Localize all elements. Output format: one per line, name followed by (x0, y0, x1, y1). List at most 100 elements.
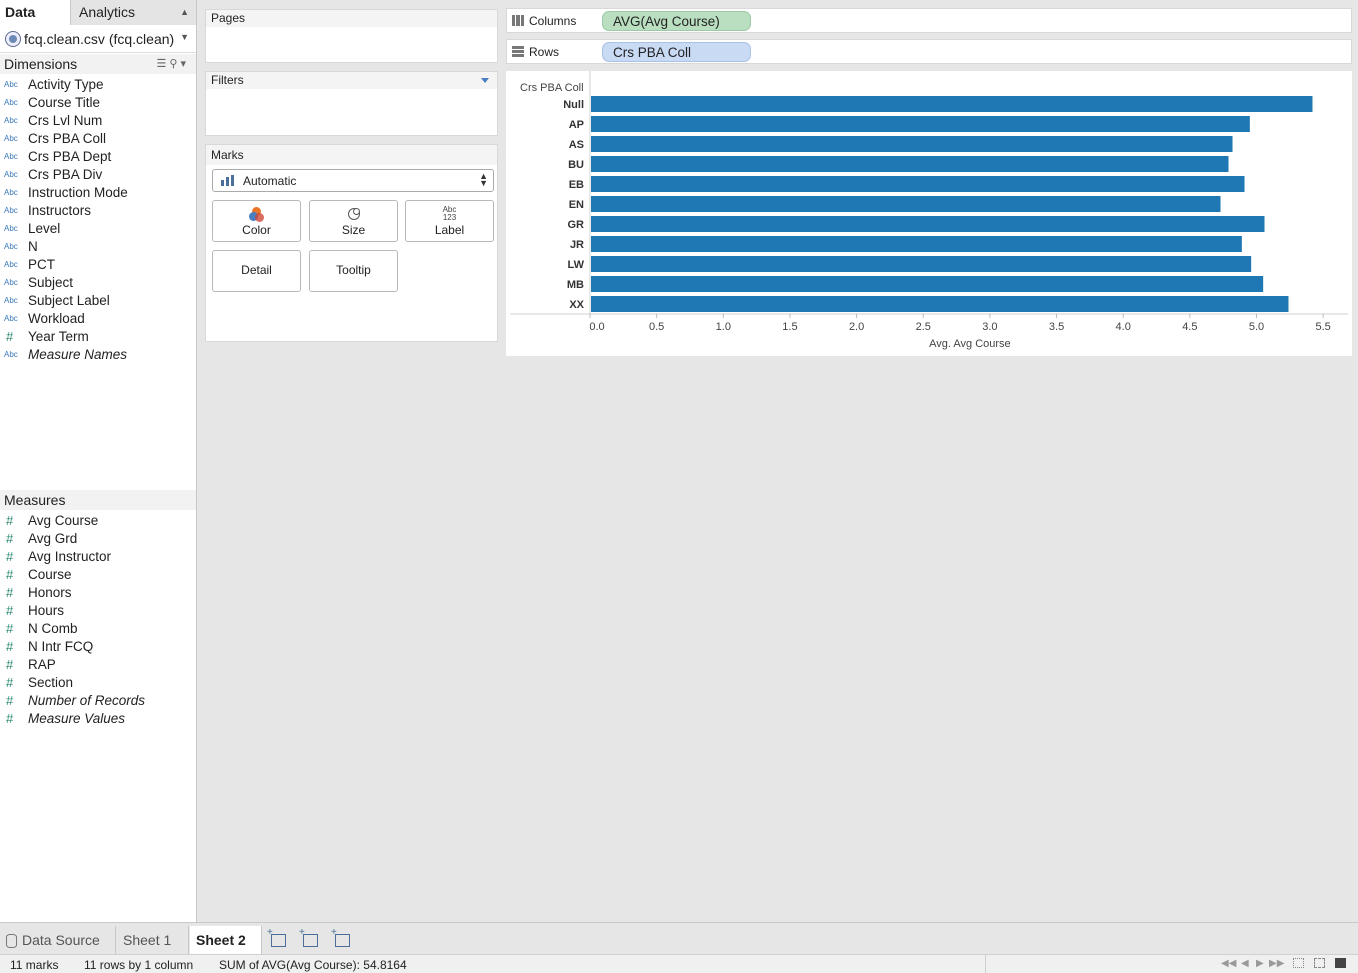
field-subject[interactable]: Abc Subject (0, 273, 196, 291)
field-label: Subject Label (28, 292, 110, 308)
next-sheet-icon[interactable]: ▶ (1256, 958, 1264, 969)
columns-icon (512, 15, 524, 26)
bar-ap[interactable] (591, 116, 1250, 132)
tab-data-source[interactable]: Data Source (0, 926, 116, 955)
field-instructors[interactable]: Abc Instructors (0, 201, 196, 219)
tab-analytics[interactable]: Analytics ▲ ▼ (70, 0, 196, 42)
bar-as[interactable] (591, 136, 1233, 152)
field-year-term[interactable]: # Year Term (0, 327, 196, 345)
chart-view[interactable]: Crs PBA Coll Null AP AS BU EB EN GR JR LW MB XX 0.0 0… (506, 71, 1352, 356)
tooltip-button[interactable]: Tooltip (309, 250, 398, 292)
view-list-icon[interactable]: ☰ (157, 58, 170, 70)
number-type-icon: # (6, 512, 14, 528)
string-type-icon: Abc (4, 169, 18, 179)
field-hours[interactable]: # Hours (0, 601, 196, 619)
filters-dropdown-icon[interactable] (481, 78, 489, 83)
columns-shelf[interactable]: Columns AVG(Avg Course) (506, 8, 1352, 33)
rows-pill-crs-pba-coll[interactable]: Crs PBA Coll (602, 41, 751, 62)
field-course[interactable]: # Course (0, 565, 196, 583)
field-measure-values[interactable]: # Measure Values (0, 709, 196, 727)
row-header-label: Crs PBA Coll (520, 82, 584, 94)
field-label: Avg Grd (28, 530, 78, 546)
rows-shelf[interactable]: Rows Crs PBA Coll (506, 39, 1352, 64)
field-measure-names[interactable]: Abc Measure Names (0, 345, 196, 363)
field-instruction-mode[interactable]: Abc Instruction Mode (0, 183, 196, 201)
string-type-icon: Abc (4, 187, 18, 197)
field-number-of-records[interactable]: # Number of Records (0, 691, 196, 709)
columns-pill-avg-avg-course[interactable]: AVG(Avg Course) (602, 10, 751, 31)
field-n-comb[interactable]: # N Comb (0, 619, 196, 637)
detail-button[interactable]: Detail (212, 250, 301, 292)
string-type-icon: Abc (4, 241, 18, 251)
sheet-sorter-icon[interactable] (1314, 958, 1325, 968)
new-worksheet-icon[interactable] (267, 927, 286, 947)
field-honors[interactable]: # Honors (0, 583, 196, 601)
bar-lw[interactable] (591, 256, 1252, 272)
number-type-icon: # (6, 328, 14, 344)
field-avg-course[interactable]: # Avg Course (0, 511, 196, 529)
x-tick-label-8: 4.0 (1116, 321, 1131, 333)
field-avg-instructor[interactable]: # Avg Instructor (0, 547, 196, 565)
prev-sheet-icon[interactable]: ◀ (1241, 958, 1249, 969)
bar-null[interactable] (591, 96, 1313, 112)
tab-data-source-label: Data Source (22, 932, 100, 948)
filmstrip-view-icon[interactable] (1293, 958, 1304, 968)
number-type-icon: # (6, 548, 14, 564)
field-rap[interactable]: # RAP (0, 655, 196, 673)
field-level[interactable]: Abc Level (0, 219, 196, 237)
field-crs-lvl-num[interactable]: Abc Crs Lvl Num (0, 111, 196, 129)
field-crs-pba-dept[interactable]: Abc Crs PBA Dept (0, 147, 196, 165)
tooltip-label: Tooltip (336, 263, 371, 277)
number-type-icon: # (6, 710, 14, 726)
new-dashboard-icon[interactable] (299, 927, 318, 947)
field-n-intr-fcq[interactable]: # N Intr FCQ (0, 637, 196, 655)
filters-card[interactable]: Filters (205, 71, 498, 136)
field-crs-pba-div[interactable]: Abc Crs PBA Div (0, 165, 196, 183)
chevron-down-icon[interactable]: ▾ (180, 58, 189, 70)
pages-card[interactable]: Pages (205, 9, 498, 63)
new-story-icon[interactable] (331, 927, 350, 947)
field-label: Crs PBA Coll (28, 130, 107, 146)
field-label: Number of Records (28, 692, 146, 708)
string-type-icon: Abc (4, 79, 18, 89)
label-button[interactable]: Abc 123 Label (405, 200, 494, 242)
bar-gr[interactable] (591, 216, 1265, 232)
field-label: Section (28, 674, 74, 690)
field-subject-label[interactable]: Abc Subject Label (0, 291, 196, 309)
tab-sheet-2[interactable]: Sheet 2 (190, 926, 262, 955)
datasource-row[interactable]: fcq.clean.csv (fcq.clean) (0, 25, 196, 53)
field-section[interactable]: # Section (0, 673, 196, 691)
bar-bu[interactable] (591, 156, 1229, 172)
category-label-gr: GR (568, 219, 585, 231)
search-icon[interactable]: ⚲ (169, 58, 180, 70)
field-avg-grd[interactable]: # Avg Grd (0, 529, 196, 547)
field-workload[interactable]: Abc Workload (0, 309, 196, 327)
field-n[interactable]: Abc N (0, 237, 196, 255)
updown-arrows-icon[interactable]: ▲ ▼ (180, 0, 189, 50)
field-label: Year Term (28, 328, 89, 344)
tab-data[interactable]: Data (0, 0, 70, 25)
color-button[interactable]: Color (212, 200, 301, 242)
number-type-icon: # (6, 638, 14, 654)
bar-eb[interactable] (591, 176, 1245, 192)
string-type-icon: Abc (4, 151, 18, 161)
mark-type-dropdown[interactable]: Automatic ▲ ▼ (212, 169, 494, 192)
bar-jr[interactable] (591, 236, 1242, 252)
tabs-view-icon[interactable] (1335, 958, 1346, 968)
field-activity-type[interactable]: Abc Activity Type (0, 75, 196, 93)
filters-title: Filters (206, 72, 497, 89)
tab-sheet-1[interactable]: Sheet 1 (117, 926, 189, 955)
last-sheet-icon[interactable]: ▶▶ (1269, 958, 1284, 969)
x-tick-label-6: 3.0 (982, 321, 997, 333)
bar-en[interactable] (591, 196, 1221, 212)
bar-xx[interactable] (591, 296, 1289, 312)
field-crs-pba-coll[interactable]: Abc Crs PBA Coll (0, 129, 196, 147)
tab-analytics-label: Analytics (79, 4, 136, 20)
first-sheet-icon[interactable]: ◀◀ (1221, 958, 1236, 969)
field-course-title[interactable]: Abc Course Title (0, 93, 196, 111)
measures-header: Measures (0, 490, 196, 510)
bar-mb[interactable] (591, 276, 1264, 292)
field-pct[interactable]: Abc PCT (0, 255, 196, 273)
bar-chart[interactable]: Crs PBA Coll Null AP AS BU EB EN GR JR LW MB XX 0.0 0… (506, 71, 1352, 356)
size-button[interactable]: Size (309, 200, 398, 242)
